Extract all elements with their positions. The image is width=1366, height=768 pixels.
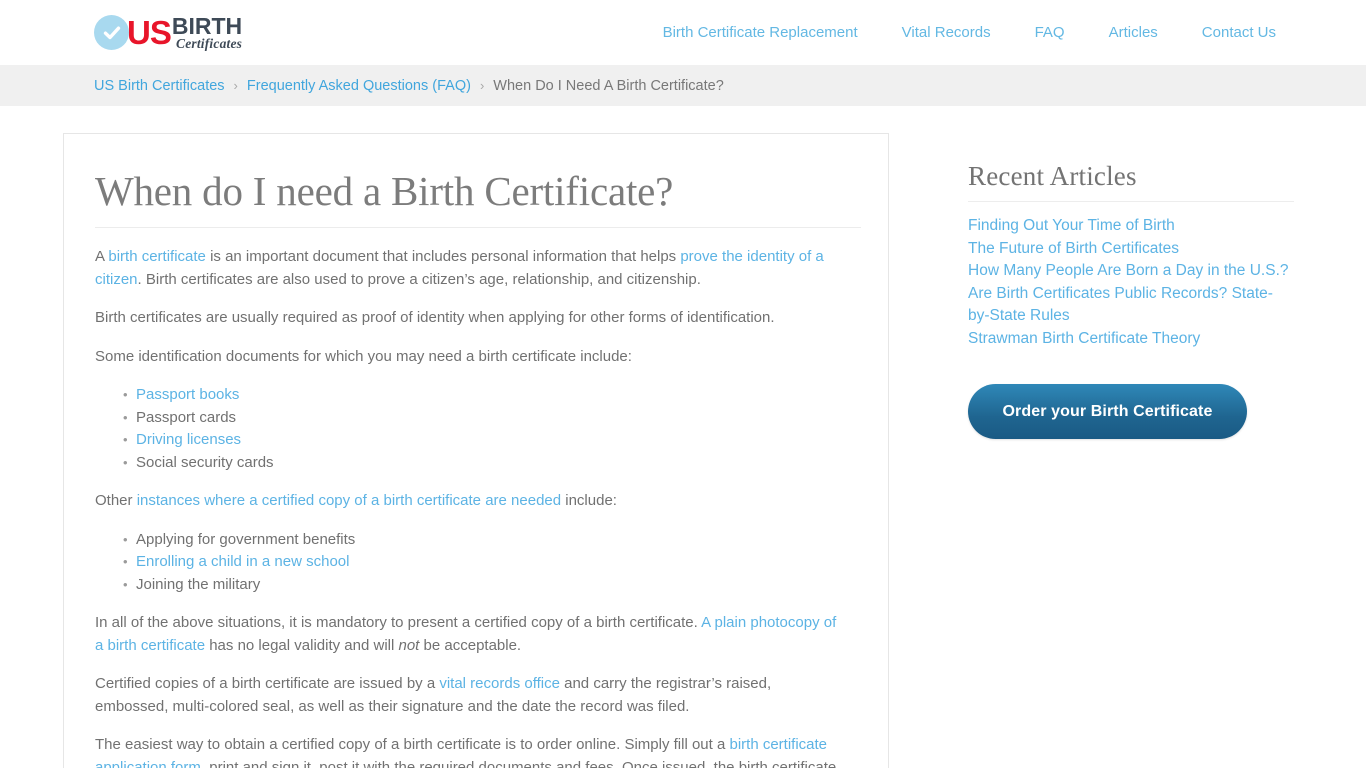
paragraph-text: In all of the above situations, it is ma… xyxy=(95,614,702,632)
site-logo[interactable]: US BIRTH Certificates xyxy=(94,11,242,55)
main-navigation: Birth Certificate Replacement Vital Reco… xyxy=(641,24,1276,41)
list-item: Are Birth Certificates Public Records? S… xyxy=(968,283,1294,328)
other-instances-list: Applying for government benefits Enrolli… xyxy=(95,529,848,597)
list-item: Applying for government benefits xyxy=(95,529,848,552)
paragraph-proof-of-identity: Birth certificates are usually required … xyxy=(95,309,775,327)
emphasis-not: not xyxy=(398,636,420,654)
list-item: Joining the military xyxy=(95,574,848,597)
breadcrumb-item-faq[interactable]: Frequently Asked Questions (FAQ) xyxy=(247,78,471,94)
paragraph-order-online: The easiest way to obtain a certified co… xyxy=(95,734,848,768)
breadcrumb: US Birth Certificates › Frequently Asked… xyxy=(0,65,1366,106)
logo-us-text: US xyxy=(127,14,172,51)
list-item: How Many People Are Born a Day in the U.… xyxy=(968,260,1294,283)
breadcrumb-item-home[interactable]: US Birth Certificates xyxy=(94,78,225,94)
sidebar-divider xyxy=(968,201,1294,202)
page-title: When do I need a Birth Certificate? xyxy=(95,168,674,214)
paragraph-text: . Birth certificates are also used to pr… xyxy=(137,270,701,288)
paragraph-mandatory-certified-copy: In all of the above situations, it is ma… xyxy=(95,612,848,657)
nav-item-contact-us[interactable]: Contact Us xyxy=(1180,24,1276,41)
link-birth-certificate[interactable]: birth certificate xyxy=(108,248,206,265)
recent-article-the-future-of-birth-certificates[interactable]: The Future of Birth Certificates xyxy=(968,238,1294,261)
paragraph-intro: A birth certificate is an important docu… xyxy=(95,246,848,291)
breadcrumb-separator: › xyxy=(479,78,485,93)
recent-articles-list: Finding Out Your Time of Birth The Futur… xyxy=(968,215,1294,350)
page-body: When do I need a Birth Certificate? A bi… xyxy=(0,106,1366,768)
title-divider xyxy=(95,227,861,229)
paragraph-text: has no legal validity and will xyxy=(205,636,399,654)
paragraph-text: A xyxy=(95,248,109,266)
paragraph-text: be acceptable. xyxy=(419,636,522,654)
site-header: US BIRTH Certificates Birth Certificate … xyxy=(0,0,1366,65)
nav-item-vital-records[interactable]: Vital Records xyxy=(880,24,1013,41)
identification-documents-list: Passport books Passport cards Driving li… xyxy=(95,384,848,474)
order-birth-certificate-button[interactable]: Order your Birth Certificate xyxy=(968,384,1247,439)
paragraph-text: include: xyxy=(561,492,617,510)
link-instances-certified-copy-needed[interactable]: instances where a certified copy of a bi… xyxy=(137,492,561,509)
recent-article-strawman-birth-certificate-theory[interactable]: Strawman Birth Certificate Theory xyxy=(968,328,1294,351)
recent-article-finding-out-your-time-of-birth[interactable]: Finding Out Your Time of Birth xyxy=(968,215,1294,238)
nav-item-faq[interactable]: FAQ xyxy=(1013,24,1087,41)
list-item: Passport cards xyxy=(95,407,848,430)
paragraph-text: The easiest way to obtain a certified co… xyxy=(95,736,730,754)
nav-item-birth-certificate-replacement[interactable]: Birth Certificate Replacement xyxy=(641,24,880,41)
logo-certificates-text: Certificates xyxy=(175,35,243,51)
breadcrumb-separator: › xyxy=(233,78,238,93)
paragraph-other-instances-lead: Other instances where a certified copy o… xyxy=(95,490,848,513)
list-item: The Future of Birth Certificates xyxy=(968,238,1294,261)
paragraph-text: is an important document that includes p… xyxy=(205,248,681,266)
sidebar: Recent Articles Finding Out Your Time of… xyxy=(968,133,1294,439)
logo-birth-text: BIRTH xyxy=(171,12,243,39)
list-item: Strawman Birth Certificate Theory xyxy=(968,328,1294,351)
link-enrolling-child-new-school[interactable]: Enrolling a child in a new school xyxy=(136,553,349,570)
check-circle-icon xyxy=(94,15,129,50)
paragraph-certified-copies-seal: Certified copies of a birth certificate … xyxy=(95,673,848,718)
paragraph-id-documents-lead: Some identification documents for which … xyxy=(95,347,632,365)
list-item: Finding Out Your Time of Birth xyxy=(968,215,1294,238)
recent-article-are-birth-certificates-public-records[interactable]: Are Birth Certificates Public Records? S… xyxy=(968,283,1294,328)
link-passport-books[interactable]: Passport books xyxy=(136,386,239,403)
recent-article-how-many-people-are-born-a-day[interactable]: How Many People Are Born a Day in the U.… xyxy=(968,260,1294,283)
list-item: Social security cards xyxy=(95,452,848,475)
breadcrumb-item-current: When Do I Need A Birth Certificate? xyxy=(493,77,724,94)
recent-articles-title: Recent Articles xyxy=(968,161,1137,191)
list-item: Passport books xyxy=(95,384,848,407)
paragraph-text: Certified copies of a birth certificate … xyxy=(95,675,440,693)
paragraph-text: , print and sign it, post it with the re… xyxy=(200,758,837,768)
link-vital-records-office[interactable]: vital records office xyxy=(439,675,560,692)
link-driving-licenses[interactable]: Driving licenses xyxy=(136,431,241,448)
paragraph-text: Other xyxy=(95,492,137,510)
article-card: When do I need a Birth Certificate? A bi… xyxy=(63,133,889,768)
nav-item-articles[interactable]: Articles xyxy=(1087,24,1180,41)
list-item: Enrolling a child in a new school xyxy=(95,551,848,574)
list-item: Driving licenses xyxy=(95,429,848,452)
